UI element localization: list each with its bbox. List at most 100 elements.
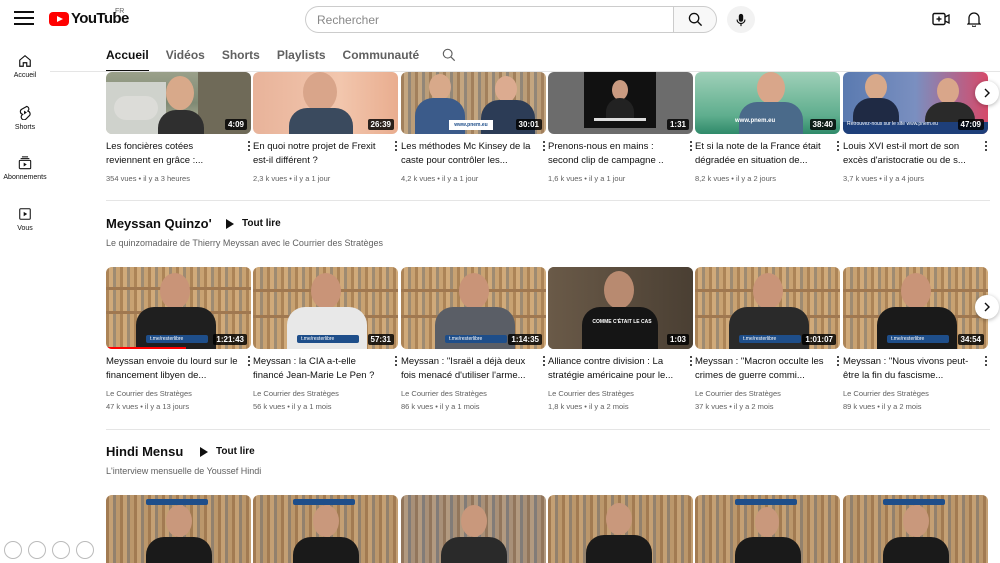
top-bar: YouTube FR Rechercher [0, 0, 1000, 38]
view-count: 47 k vues [106, 402, 139, 411]
shelf-title[interactable]: Meyssan Quinzo' [106, 216, 212, 231]
back-control-icon[interactable] [4, 541, 22, 559]
presenter-body [158, 110, 204, 134]
video-thumbnail[interactable]: COMME C'ÉTAIT LE CAS 1:03 [548, 267, 693, 349]
video-thumbnail[interactable]: t.me/resterlibre 57:31 [253, 267, 398, 349]
more-actions-icon[interactable] [982, 355, 990, 367]
video-title[interactable]: Alliance contre division : La stratégie … [548, 355, 680, 382]
view-count: 86 k vues [401, 402, 434, 411]
sidebar-item-shorts[interactable]: Shorts [0, 105, 50, 131]
video-title[interactable]: Les foncières cotées reviennent en grâce… [106, 140, 238, 167]
view-count: 3,7 k vues [843, 174, 878, 183]
shelf-title[interactable]: Hindi Mensu [106, 444, 183, 459]
video-title[interactable]: Meyssan envoie du lourd sur le financeme… [106, 355, 238, 382]
speaker-face [459, 273, 489, 309]
video-title[interactable]: Louis XVI est-il mort de son excès d'ari… [843, 140, 975, 167]
tab-home[interactable]: Accueil [106, 38, 149, 72]
view-count: 56 k vues [253, 402, 286, 411]
video-thumbnail[interactable]: 26:39 [253, 72, 398, 134]
tab-videos[interactable]: Vidéos [166, 38, 205, 72]
search-icon [688, 12, 702, 27]
video-title[interactable]: Meyssan : "Nous vivons peut-être la fin … [843, 355, 975, 382]
more-actions-icon[interactable] [687, 140, 695, 152]
video-thumbnail[interactable] [843, 495, 988, 563]
more-actions-icon[interactable] [540, 140, 548, 152]
create-button[interactable] [931, 9, 951, 29]
video-thumbnail[interactable]: t.me/resterlibre 1:01:07 [695, 267, 840, 349]
more-actions-icon[interactable] [245, 140, 253, 152]
video-title[interactable]: Meyssan : "Israël a déjà deux fois menac… [401, 355, 533, 382]
video-thumbnail[interactable] [401, 495, 546, 563]
channel-search-button[interactable] [442, 38, 456, 72]
video-title[interactable]: En quoi notre projet de Frexit est-il di… [253, 140, 385, 167]
presenter-face [303, 72, 337, 112]
more-actions-icon[interactable] [982, 140, 990, 152]
play-all-button[interactable]: Tout lire [226, 218, 281, 229]
video-title[interactable]: Les méthodes Mc Kinsey de la caste pour … [401, 140, 533, 167]
search-input[interactable]: Rechercher [305, 6, 673, 33]
video-duration: 38:40 [809, 119, 836, 130]
video-thumbnail[interactable]: 4:09 [106, 72, 251, 134]
upload-age: il y a 2 jours [735, 174, 777, 183]
sidebar-item-subscriptions[interactable]: Abonnements [0, 156, 50, 181]
microphone-icon [736, 13, 746, 26]
channel-name[interactable]: Le Courrier des Stratèges [401, 389, 487, 398]
tab-shorts[interactable]: Shorts [222, 38, 260, 72]
host-face [495, 76, 517, 102]
sidebar-item-home[interactable]: Accueil [0, 54, 50, 79]
copy-control-icon[interactable] [76, 541, 94, 559]
youtube-logo[interactable]: YouTube FR [49, 8, 129, 27]
video-duration: 30:01 [515, 119, 542, 130]
channel-name[interactable]: Le Courrier des Stratèges [548, 389, 634, 398]
video-title[interactable]: Prenons-nous en mains : second clip de c… [548, 140, 680, 167]
video-thumbnail[interactable] [253, 495, 398, 563]
video-thumbnail[interactable] [106, 495, 251, 563]
more-actions-icon[interactable] [687, 355, 695, 367]
channel-name[interactable]: Le Courrier des Stratèges [695, 389, 781, 398]
more-actions-icon[interactable] [392, 355, 400, 367]
you-icon [19, 208, 31, 220]
view-count: 1,8 k vues [548, 402, 583, 411]
more-actions-icon[interactable] [245, 355, 253, 367]
menu-icon[interactable] [14, 11, 34, 27]
shelf-next-button[interactable] [975, 81, 999, 105]
video-thumbnail[interactable] [695, 495, 840, 563]
more-actions-icon[interactable] [834, 140, 842, 152]
speaker-face [160, 273, 190, 309]
channel-name[interactable]: Le Courrier des Stratèges [106, 389, 192, 398]
video-title[interactable]: Et si la note de la France était dégradé… [695, 140, 827, 167]
tab-community[interactable]: Communauté [343, 38, 420, 72]
voice-search-button[interactable] [727, 6, 755, 33]
video-thumbnail[interactable]: t.me/resterlibre 1:21:43 [106, 267, 251, 349]
play-all-button[interactable]: Tout lire [200, 446, 255, 457]
video-meta: 37 k vues • il y a 2 mois [695, 402, 774, 411]
shelf-description: Le quinzomadaire de Thierry Meyssan avec… [106, 238, 383, 248]
edit-control-icon[interactable] [52, 541, 70, 559]
more-actions-icon[interactable] [834, 355, 842, 367]
create-video-icon [932, 12, 950, 26]
channel-name[interactable]: Le Courrier des Stratèges [253, 389, 339, 398]
video-thumbnail[interactable]: 1:31 [548, 72, 693, 134]
forward-control-icon[interactable] [28, 541, 46, 559]
shelf-description: L'interview mensuelle de Youssef Hindi [106, 466, 262, 476]
video-title[interactable]: Meyssan : la CIA a-t-elle financé Jean-M… [253, 355, 385, 382]
sidebar-item-you[interactable]: Vous [0, 207, 50, 232]
video-thumbnail[interactable]: www.pnem.eu 30:01 [401, 72, 546, 134]
speaker-body [883, 537, 949, 563]
search-button[interactable] [673, 6, 717, 33]
video-thumbnail[interactable]: www.pnem.eu 38:40 [695, 72, 840, 134]
video-thumbnail[interactable]: Retrouvez-nous sur le site www.pnem.eu 4… [843, 72, 988, 134]
more-actions-icon[interactable] [540, 355, 548, 367]
video-thumbnail[interactable]: t.me/resterlibre 1:14:35 [401, 267, 546, 349]
video-thumbnail[interactable] [548, 495, 693, 563]
shelf-next-button[interactable] [975, 295, 999, 319]
video-title[interactable]: Meyssan : "Macron occulte les crimes de … [695, 355, 827, 382]
notifications-button[interactable] [964, 9, 984, 29]
speaker-face [461, 505, 487, 537]
more-actions-icon[interactable] [392, 140, 400, 152]
sidebar-item-label: Abonnements [3, 174, 47, 181]
video-thumbnail[interactable]: t.me/resterlibre 34:54 [843, 267, 988, 349]
tab-playlists[interactable]: Playlists [277, 38, 326, 72]
thumbnail-caption: Retrouvez-nous sur le site www.pnem.eu [847, 121, 938, 127]
channel-name[interactable]: Le Courrier des Stratèges [843, 389, 929, 398]
